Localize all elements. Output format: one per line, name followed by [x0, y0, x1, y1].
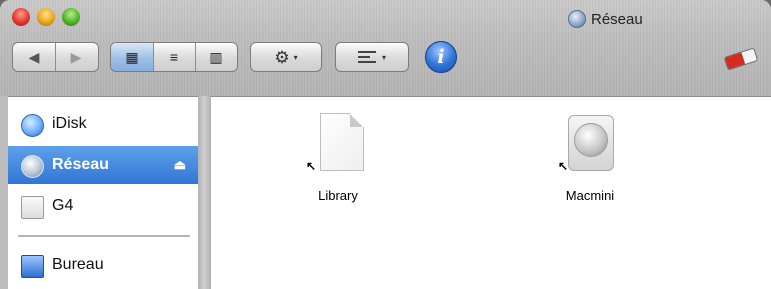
list-view-icon: ≡ — [169, 49, 179, 65]
desktop-icon — [21, 255, 44, 278]
icon-view-icon: ▦ — [125, 48, 139, 65]
forward-button[interactable]: ▶ — [55, 43, 97, 71]
zoom-button[interactable] — [62, 8, 80, 26]
window-title-label: Réseau — [591, 10, 643, 28]
eject-icon[interactable]: ⏏ — [174, 157, 186, 173]
sidebar-item-label: iDisk — [52, 115, 87, 132]
sidebar-item-g4[interactable]: G4 — [8, 187, 198, 225]
sidebar-item-idisk[interactable]: iDisk — [8, 105, 198, 143]
forward-arrow-icon: ▶ — [70, 48, 82, 65]
sidebar-item-label: Réseau — [52, 156, 109, 173]
file-item-library[interactable]: ↖ Library — [278, 113, 398, 203]
window-title: Réseau — [568, 10, 643, 28]
alias-arrow-icon: ↖ — [306, 159, 317, 173]
file-item-macmini[interactable]: ↖ Macmini — [530, 113, 650, 203]
sidebar-splitter[interactable] — [198, 96, 211, 289]
file-label: Macmini — [565, 188, 615, 203]
document-alias-icon: ↖ — [306, 113, 364, 177]
action-menu-button[interactable]: ⚙ ▾ — [250, 42, 322, 72]
arrange-menu-button[interactable]: ▾ — [335, 42, 409, 72]
back-forward-buttons: ◀ ▶ — [12, 42, 99, 72]
back-arrow-icon: ◀ — [28, 48, 40, 65]
file-label: Library — [318, 188, 358, 203]
view-mode-selector: ▦ ≡ ▥ — [110, 42, 238, 72]
sidebar-item-reseau[interactable]: Réseau ⏏ — [8, 146, 198, 184]
chevron-down-icon: ▾ — [293, 52, 298, 62]
network-globe-icon — [568, 10, 586, 28]
info-button[interactable]: i — [425, 41, 457, 73]
icon-view-button[interactable]: ▦ — [111, 43, 154, 71]
list-view-button[interactable]: ≡ — [153, 43, 196, 71]
close-button[interactable] — [12, 8, 30, 26]
network-globe-icon — [21, 155, 44, 178]
alias-arrow-icon: ↖ — [558, 159, 569, 173]
column-view-button[interactable]: ▥ — [195, 43, 237, 71]
sidebar-item-label: Bureau — [52, 256, 104, 273]
back-button[interactable]: ◀ — [13, 43, 56, 71]
info-icon: i — [437, 46, 445, 68]
server-alias-icon: ↖ — [558, 113, 614, 177]
gear-icon: ⚙ — [274, 47, 290, 67]
file-browser-pane: ↖ Library ↖ Macmini — [211, 96, 771, 289]
sidebar-item-label: G4 — [52, 197, 74, 214]
arrange-icon — [357, 51, 376, 63]
finder-window: Réseau ◀ ▶ ▦ ≡ ▥ ⚙ ▾ ▾ i iDisk Réseau ⏏ … — [0, 0, 771, 289]
minimize-button[interactable] — [37, 8, 55, 26]
chevron-down-icon: ▾ — [381, 52, 386, 62]
sidebar-divider — [18, 235, 190, 237]
sidebar-item-bureau[interactable]: Bureau — [8, 246, 198, 284]
idisk-icon — [21, 114, 44, 137]
sidebar: iDisk Réseau ⏏ G4 Bureau — [8, 96, 198, 289]
hard-drive-icon — [21, 196, 44, 219]
column-view-icon: ▥ — [209, 48, 223, 65]
